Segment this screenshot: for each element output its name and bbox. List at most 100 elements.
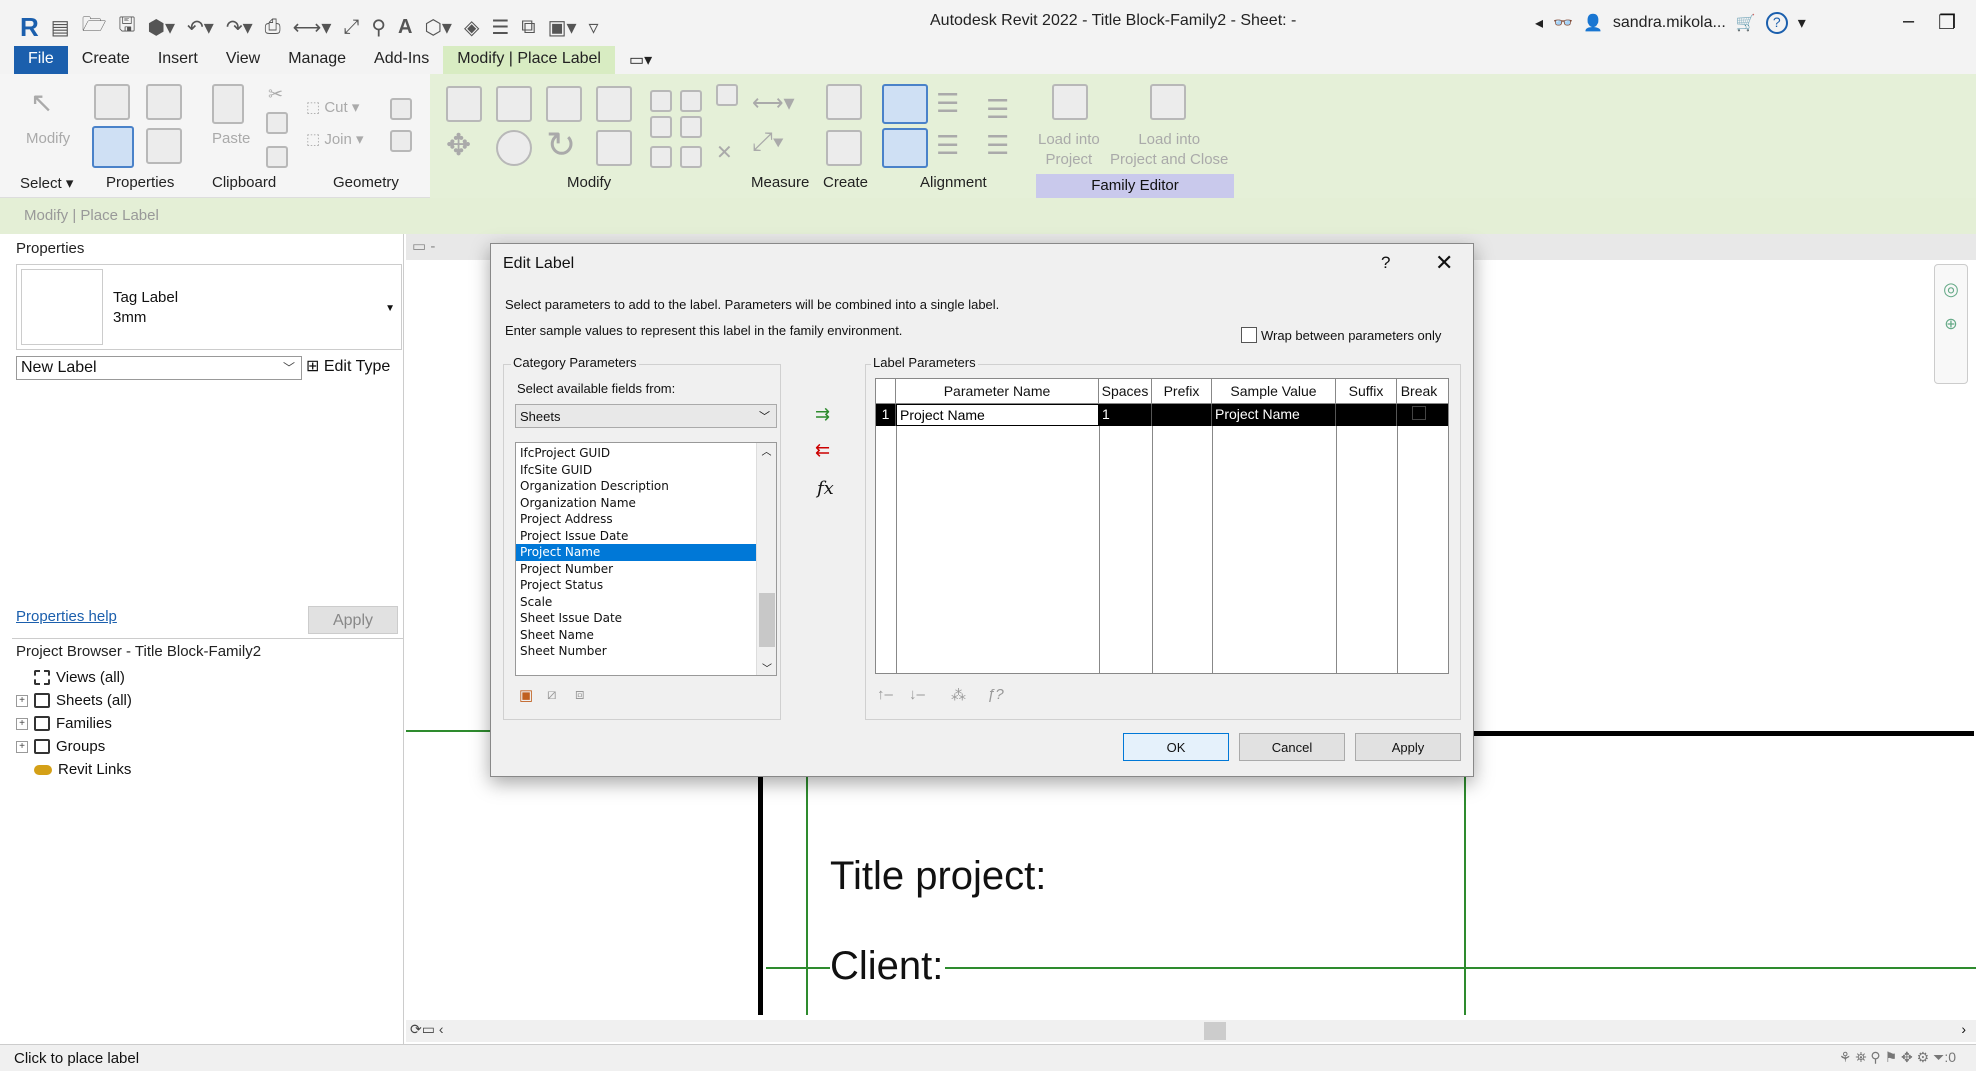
view-tab-icon[interactable]: ▭ - <box>412 237 435 255</box>
cut-icon[interactable]: ✂ <box>268 84 283 105</box>
paste-icon[interactable] <box>212 84 244 124</box>
ok-button[interactable]: OK <box>1123 733 1229 761</box>
binoculars-icon[interactable]: 👓 <box>1553 13 1573 33</box>
tree-item-families[interactable]: + Families <box>16 712 132 735</box>
join-geometry-button[interactable]: ⬚ Join ▾ <box>306 130 364 148</box>
measure-icon[interactable]: ⟷▾ <box>293 15 332 40</box>
drag-elements-icon[interactable]: ✥ <box>1901 1049 1913 1065</box>
fields-scrollbar[interactable]: ︿ ﹀ <box>756 443 776 675</box>
expand-icon[interactable]: + <box>16 694 28 707</box>
mirror-axis-icon[interactable] <box>546 86 582 122</box>
select-underlay-icon[interactable]: ⚑ <box>1885 1049 1898 1065</box>
settings-icon[interactable]: ⚙ <box>1917 1049 1930 1065</box>
tab-view[interactable]: View <box>212 46 274 74</box>
open-icon[interactable]: 🗁 <box>82 10 107 44</box>
scroll-down-icon[interactable]: ﹀ <box>757 660 776 675</box>
split-face-icon[interactable] <box>390 130 412 152</box>
move-down-icon[interactable]: ↓– <box>909 686 925 703</box>
tab-file[interactable]: File <box>14 46 68 74</box>
edit-units-icon[interactable]: ⁂ <box>951 686 966 704</box>
view-control-icon[interactable]: ⟳▭ ‹ <box>410 1021 444 1038</box>
load-and-close-icon[interactable] <box>1150 84 1186 120</box>
close-hidden-icon[interactable]: ⧉ <box>521 16 535 39</box>
type-dropdown-icon[interactable]: ▼ <box>385 303 395 314</box>
expand-icon[interactable]: + <box>16 717 28 730</box>
navigation-bar[interactable]: ◎ ⊕ <box>1934 264 1968 384</box>
help-icon[interactable]: ? <box>1765 12 1788 34</box>
rotate-icon[interactable]: ↻ <box>546 124 576 166</box>
tab-modify-place-label[interactable]: Modify | Place Label <box>443 46 615 74</box>
tab-create[interactable]: Create <box>68 46 144 74</box>
measure-between-icon[interactable]: ⟷▾ <box>752 90 795 116</box>
cell-break[interactable] <box>1397 404 1441 426</box>
cart-icon[interactable]: 🛒 <box>1736 13 1756 33</box>
home-icon[interactable]: ▤ <box>51 15 70 40</box>
field-list-item[interactable]: Organization Name <box>516 495 776 512</box>
delete-icon[interactable]: ✕ <box>716 140 733 165</box>
field-list-item[interactable]: Organization Description <box>516 478 776 495</box>
aligned-dimension-icon[interactable]: ⤢▾ <box>752 126 784 158</box>
undo-icon[interactable]: ↶▾ <box>187 15 214 40</box>
field-list-item[interactable]: Project Number <box>516 561 776 578</box>
move-up-icon[interactable]: ↑– <box>877 686 893 703</box>
move-icon[interactable]: ✥ <box>446 128 471 163</box>
remove-parameter-arrow-icon[interactable]: ⇇ <box>815 440 830 461</box>
align-left-icon[interactable] <box>882 128 928 168</box>
cancel-button[interactable]: Cancel <box>1239 733 1345 761</box>
properties-icon[interactable] <box>92 126 134 168</box>
minimize-icon[interactable]: – <box>1903 10 1914 35</box>
field-list-item[interactable]: Project Name <box>516 544 756 561</box>
align-middle-icon[interactable]: ☰ <box>936 88 972 124</box>
delete-parameter-icon[interactable]: ⧈ <box>575 686 585 703</box>
split-gap-icon[interactable] <box>680 90 702 112</box>
field-list-item[interactable]: Project Status <box>516 577 776 594</box>
edit-parameter-icon[interactable]: ⧄ <box>547 686 557 703</box>
family-category-icon[interactable] <box>146 128 182 164</box>
align-bottom-icon[interactable]: ☰ <box>986 94 1022 130</box>
filter-icon[interactable]: ⏷ <box>1933 1049 1944 1065</box>
tab-add-ins[interactable]: Add-Ins <box>360 46 443 74</box>
thin-lines-icon[interactable]: ☰ <box>491 15 509 40</box>
tree-item-views[interactable]: Views (all) <box>16 666 132 689</box>
tree-item-sheets[interactable]: + Sheets (all) <box>16 689 132 712</box>
field-list-item[interactable]: IfcProject GUID <box>516 445 776 462</box>
split-icon[interactable] <box>650 90 672 112</box>
select-pinned-icon[interactable]: ⚲ <box>1870 1049 1880 1065</box>
panel-dropdown-icon[interactable]: ▭▾ <box>615 46 666 74</box>
close-icon[interactable]: ✕ <box>1435 250 1453 276</box>
available-fields-list[interactable]: IfcProject GUID IfcSite GUID Organization … <box>515 442 777 676</box>
cut-geometry-button[interactable]: ⬚ Cut ▾ <box>306 98 359 116</box>
type-properties-icon[interactable] <box>94 84 130 120</box>
field-list-item[interactable]: Sheet Name <box>516 627 776 644</box>
3d-view-icon[interactable]: ⬡▾ <box>424 15 452 40</box>
instance-filter-select[interactable]: New Label ﹀ <box>16 356 302 380</box>
redo-icon[interactable]: ↷▾ <box>226 15 253 40</box>
revit-logo-icon[interactable]: R <box>20 12 39 43</box>
field-list-item[interactable]: Project Address <box>516 511 776 528</box>
scrollbar-thumb[interactable] <box>1204 1022 1226 1040</box>
table-row[interactable]: 1 Project Name 1 Project Name <box>876 404 1448 426</box>
array-icon[interactable] <box>650 116 672 138</box>
field-list-item[interactable]: Sheet Number <box>516 643 776 660</box>
dimension-icon[interactable]: ⤢ <box>343 16 359 39</box>
cell-sample-value[interactable]: Project Name <box>1212 404 1336 426</box>
select-links-icon[interactable]: ⛯ <box>1855 1049 1866 1065</box>
field-list-item[interactable]: Scale <box>516 594 776 611</box>
tree-item-groups[interactable]: + Groups <box>16 735 132 758</box>
paste-button[interactable]: Paste <box>212 130 250 147</box>
mirror-draw-icon[interactable] <box>596 86 632 122</box>
field-list-item[interactable]: IfcSite GUID <box>516 462 776 479</box>
load-into-project-icon[interactable] <box>1052 84 1088 120</box>
tree-item-revit-links[interactable]: Revit Links <box>16 758 132 781</box>
apply-button[interactable]: Apply <box>1355 733 1461 761</box>
chevron-left-icon[interactable]: ◂ <box>1535 13 1543 33</box>
trim-extend-icon[interactable] <box>596 130 632 166</box>
sync-icon[interactable]: ⬢▾ <box>148 15 176 40</box>
tab-manage[interactable]: Manage <box>274 46 360 74</box>
calculated-parameter-icon[interactable]: ƒ? <box>987 686 1004 703</box>
checkbox-box[interactable] <box>1241 327 1257 343</box>
wrap-between-params-checkbox[interactable]: Wrap between parameters only <box>1241 327 1441 343</box>
col-sample-value[interactable]: Sample Value <box>1212 379 1336 404</box>
restore-icon[interactable]: ❐ <box>1938 10 1956 35</box>
align-right-icon[interactable]: ☰ <box>986 130 1022 166</box>
